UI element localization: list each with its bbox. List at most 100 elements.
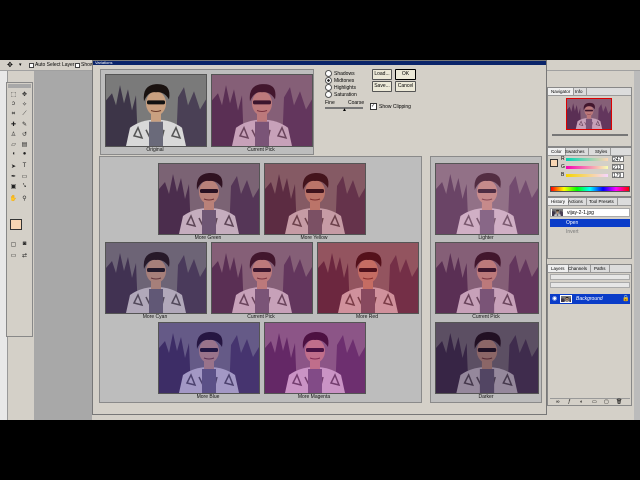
tab-styles[interactable]: Styles bbox=[592, 148, 612, 155]
coarse-label: Coarse bbox=[348, 100, 365, 106]
current-pick-center-thumb[interactable] bbox=[211, 242, 313, 314]
eye-icon[interactable]: ◉ bbox=[552, 295, 557, 302]
more-green-caption: More Green bbox=[194, 235, 222, 241]
channel-r-slider[interactable] bbox=[566, 158, 608, 161]
screen-mode-icon[interactable]: ▭ bbox=[9, 251, 18, 259]
path-select-icon[interactable]: ➤ bbox=[9, 162, 18, 170]
right-scrollbar[interactable] bbox=[634, 71, 640, 420]
color-ramp[interactable] bbox=[550, 186, 630, 192]
photoshop-workspace: ✥ ▾ Auto Select Layer Show ⬚ ✥ ↄ ✧ ⌗ ⟋ ✚… bbox=[0, 60, 640, 420]
foreground-color-swatch[interactable] bbox=[10, 219, 22, 230]
layer-row-background[interactable]: ◉ Background 🔒 bbox=[550, 294, 630, 304]
dodge-tool-icon[interactable]: ● bbox=[20, 150, 29, 158]
toolbox: ⬚ ✥ ↄ ✧ ⌗ ⟋ ✚ ✎ ♙ ↺ ▱ ▤ ◖ ● ➤ T ✒ ▭ ▣ ⤥ … bbox=[6, 82, 33, 337]
eraser-tool-icon[interactable]: ▱ bbox=[9, 140, 18, 148]
lasso-tool-icon[interactable]: ↄ bbox=[9, 100, 18, 108]
show-bounding-checkbox[interactable] bbox=[75, 63, 80, 68]
clone-stamp-icon[interactable]: ♙ bbox=[9, 130, 18, 138]
tab-channels[interactable]: Channels bbox=[565, 265, 592, 272]
channel-g-slider[interactable] bbox=[566, 166, 608, 169]
standard-mode-icon[interactable]: ▢ bbox=[9, 240, 18, 248]
auto-select-checkbox[interactable] bbox=[29, 63, 34, 68]
marquee-tool-icon[interactable]: ⬚ bbox=[9, 90, 18, 98]
jump-to-imageready-icon[interactable]: ⇄ bbox=[20, 251, 29, 259]
gradient-tool-icon[interactable]: ▤ bbox=[20, 140, 29, 148]
magic-wand-tool-icon[interactable]: ✧ bbox=[20, 100, 29, 108]
folder-icon[interactable]: ▭ bbox=[592, 399, 597, 405]
more-cyan-thumb[interactable] bbox=[105, 242, 207, 314]
dialog-titlebar[interactable]: Variations bbox=[93, 60, 546, 65]
link-icon[interactable]: ∞ bbox=[556, 399, 560, 405]
radio-highlights[interactable]: Highlights bbox=[325, 84, 356, 91]
slider-thumb-icon[interactable]: ▲ bbox=[342, 108, 347, 113]
layer-name: Background bbox=[576, 296, 603, 302]
move-tool-icon[interactable]: ✥ bbox=[7, 61, 13, 69]
move-tool-icon[interactable]: ✥ bbox=[20, 90, 29, 98]
radio-midtones[interactable]: Midtones bbox=[325, 77, 354, 84]
more-red-thumb[interactable] bbox=[317, 242, 419, 314]
slice-tool-icon[interactable]: ⟋ bbox=[20, 110, 29, 118]
channel-r-value[interactable]: 247 bbox=[612, 156, 624, 163]
trash-icon[interactable]: 🗑 bbox=[616, 399, 622, 405]
eyedropper-tool-icon[interactable]: ⤥ bbox=[20, 182, 29, 190]
canvas-area bbox=[34, 71, 92, 420]
history-item-invert[interactable]: Invert bbox=[550, 228, 630, 236]
darker-caption: Darker bbox=[478, 394, 494, 400]
toolbox-grip[interactable] bbox=[8, 84, 31, 88]
navigator-thumbnail[interactable] bbox=[566, 98, 612, 130]
channel-b-value[interactable]: 179 bbox=[612, 172, 624, 179]
snapshot-thumbnail bbox=[552, 209, 563, 216]
save-button[interactable]: Save... bbox=[372, 81, 392, 92]
tab-navigator[interactable]: Navigator bbox=[548, 88, 575, 95]
channel-r-label: R bbox=[561, 156, 565, 162]
more-red-caption: More Red bbox=[356, 314, 378, 320]
blend-mode-select[interactable] bbox=[550, 274, 630, 280]
crop-tool-icon[interactable]: ⌗ bbox=[9, 110, 18, 118]
brightness-variations-group: Lighter Current Pick Darker bbox=[430, 156, 542, 403]
darker-thumb[interactable] bbox=[435, 322, 539, 394]
tab-swatches[interactable]: Swatches bbox=[562, 148, 589, 155]
color-foreground-swatch[interactable] bbox=[550, 159, 558, 167]
tab-tool-presets[interactable]: Tool Presets bbox=[586, 198, 618, 205]
more-yellow-thumb[interactable] bbox=[264, 163, 366, 235]
radio-saturation[interactable]: Saturation bbox=[325, 91, 357, 98]
cancel-button[interactable]: Cancel bbox=[395, 81, 416, 92]
history-snapshot-row[interactable]: vijay-2-1.jpg bbox=[550, 208, 630, 217]
tab-actions[interactable]: Actions bbox=[565, 198, 587, 205]
shape-tool-icon[interactable]: ▭ bbox=[20, 172, 29, 180]
more-green-thumb[interactable] bbox=[158, 163, 260, 235]
zoom-slider[interactable] bbox=[552, 134, 628, 136]
new-layer-icon[interactable]: ▢ bbox=[604, 399, 609, 405]
brush-tool-icon[interactable]: ✎ bbox=[20, 120, 29, 128]
type-tool-icon[interactable]: T bbox=[20, 162, 29, 170]
quick-mask-icon[interactable]: ◙ bbox=[20, 240, 29, 248]
layer-style-icon[interactable]: ƒ bbox=[568, 399, 571, 405]
lighter-thumb[interactable] bbox=[435, 163, 539, 235]
channel-g-value[interactable]: 213 bbox=[612, 164, 624, 171]
notes-tool-icon[interactable]: ▣ bbox=[9, 182, 18, 190]
history-brush-icon[interactable]: ↺ bbox=[20, 130, 29, 138]
tab-paths[interactable]: Paths bbox=[591, 265, 610, 272]
layers-footer: ∞ ƒ ◐ ▭ ▢ 🗑 bbox=[550, 398, 630, 405]
lock-options[interactable] bbox=[550, 282, 630, 288]
history-item-open[interactable]: Open bbox=[550, 219, 630, 227]
ok-button[interactable]: OK bbox=[395, 69, 416, 80]
tool-preset-arrow-icon[interactable]: ▾ bbox=[19, 62, 22, 68]
channel-b-slider[interactable] bbox=[566, 174, 608, 177]
tab-info[interactable]: Info bbox=[572, 88, 587, 95]
layers-tabs: Layers Channels Paths bbox=[548, 265, 631, 273]
current-pick-brightness-thumb[interactable] bbox=[435, 242, 539, 314]
radio-shadows[interactable]: Shadows bbox=[325, 70, 355, 77]
blur-tool-icon[interactable]: ◖ bbox=[9, 150, 18, 158]
lighter-caption: Lighter bbox=[478, 235, 494, 241]
color-palette: Color Swatches Styles R 247 G 213 B 179 bbox=[547, 147, 632, 197]
more-magenta-thumb[interactable] bbox=[264, 322, 366, 394]
pen-tool-icon[interactable]: ✒ bbox=[9, 172, 18, 180]
more-blue-thumb[interactable] bbox=[158, 322, 260, 394]
mask-icon[interactable]: ◐ bbox=[580, 399, 583, 405]
hand-tool-icon[interactable]: ✋ bbox=[9, 194, 18, 202]
healing-brush-icon[interactable]: ✚ bbox=[9, 120, 18, 128]
load-button[interactable]: Load... bbox=[372, 69, 392, 80]
show-clipping-checkbox[interactable]: ✓ Show Clipping bbox=[370, 103, 411, 110]
zoom-tool-icon[interactable]: ⚲ bbox=[20, 194, 29, 202]
